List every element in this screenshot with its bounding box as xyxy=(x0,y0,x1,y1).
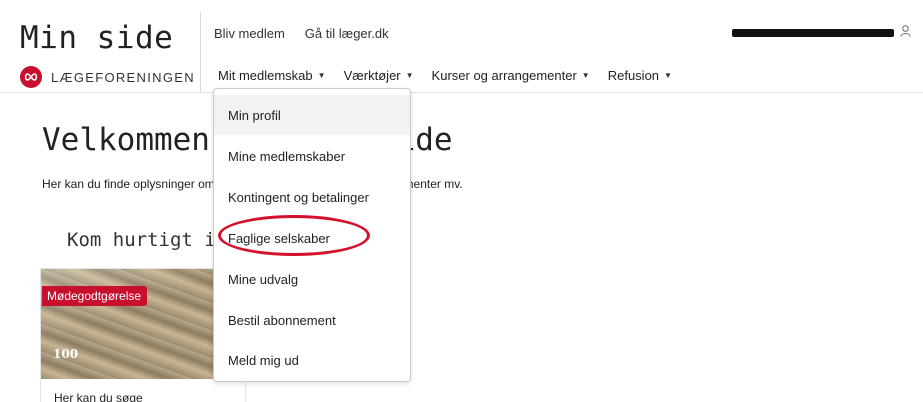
menu-item-mine-udvalg[interactable]: Mine udvalg xyxy=(214,259,410,299)
nav-kurser-og-arrangementer[interactable]: Kurser og arrangementer ▼ xyxy=(432,68,590,83)
nav-mit-medlemskab[interactable]: Mit medlemskab ▼ xyxy=(218,68,326,83)
header-divider xyxy=(200,12,201,92)
menu-item-faglige-selskaber[interactable]: Faglige selskaber xyxy=(214,218,410,258)
mit-medlemskab-dropdown: Min profil Mine medlemskaber Kontingent … xyxy=(213,88,411,382)
nav-label: Kurser og arrangementer xyxy=(431,68,577,83)
site-title[interactable]: Min side xyxy=(20,20,173,56)
site-header: Min side LÆGEFORENINGEN Bliv medlem Gå t… xyxy=(0,0,923,93)
menu-item-min-profil[interactable]: Min profil xyxy=(214,95,410,135)
menu-item-kontingent-og-betalinger[interactable]: Kontingent og betalinger xyxy=(214,177,410,217)
top-links: Bliv medlem Gå til læger.dk xyxy=(214,26,409,41)
laegeforeningen-logo-icon xyxy=(20,66,42,88)
caret-down-icon: ▼ xyxy=(317,71,326,80)
caret-down-icon: ▼ xyxy=(664,71,672,80)
nav-label: Værktøjer xyxy=(343,68,401,83)
link-gaa-til-laeger[interactable]: Gå til læger.dk xyxy=(305,26,389,41)
user-icon[interactable] xyxy=(900,24,911,42)
brand-logo[interactable]: LÆGEFORENINGEN xyxy=(20,66,195,88)
nav-label: Mit medlemskab xyxy=(218,68,313,83)
card-tag: Mødegodtgørelse xyxy=(42,286,148,306)
menu-item-mine-medlemskaber[interactable]: Mine medlemskaber xyxy=(214,136,410,176)
card-description: Her kan du søge xyxy=(54,391,143,402)
redacted-user-name xyxy=(732,29,894,37)
nav-label: Refusion xyxy=(607,68,660,83)
nav-vaerktoejer[interactable]: Værktøjer ▼ xyxy=(344,68,414,83)
caret-down-icon: ▼ xyxy=(581,71,590,80)
nav-refusion[interactable]: Refusion ▼ xyxy=(608,68,672,83)
user-menu[interactable] xyxy=(732,24,911,42)
brand-name: LÆGEFORENINGEN xyxy=(51,69,195,85)
menu-item-meld-mig-ud[interactable]: Meld mig ud xyxy=(214,340,410,380)
caret-down-icon: ▼ xyxy=(405,71,414,80)
main-nav: Mit medlemskab ▼ Værktøjer ▼ Kurser og arr… xyxy=(218,68,690,83)
menu-item-bestil-abonnement[interactable]: Bestil abonnement xyxy=(214,300,410,340)
banknote-denomination: 100 xyxy=(53,347,79,361)
link-bliv-medlem[interactable]: Bliv medlem xyxy=(214,26,285,41)
